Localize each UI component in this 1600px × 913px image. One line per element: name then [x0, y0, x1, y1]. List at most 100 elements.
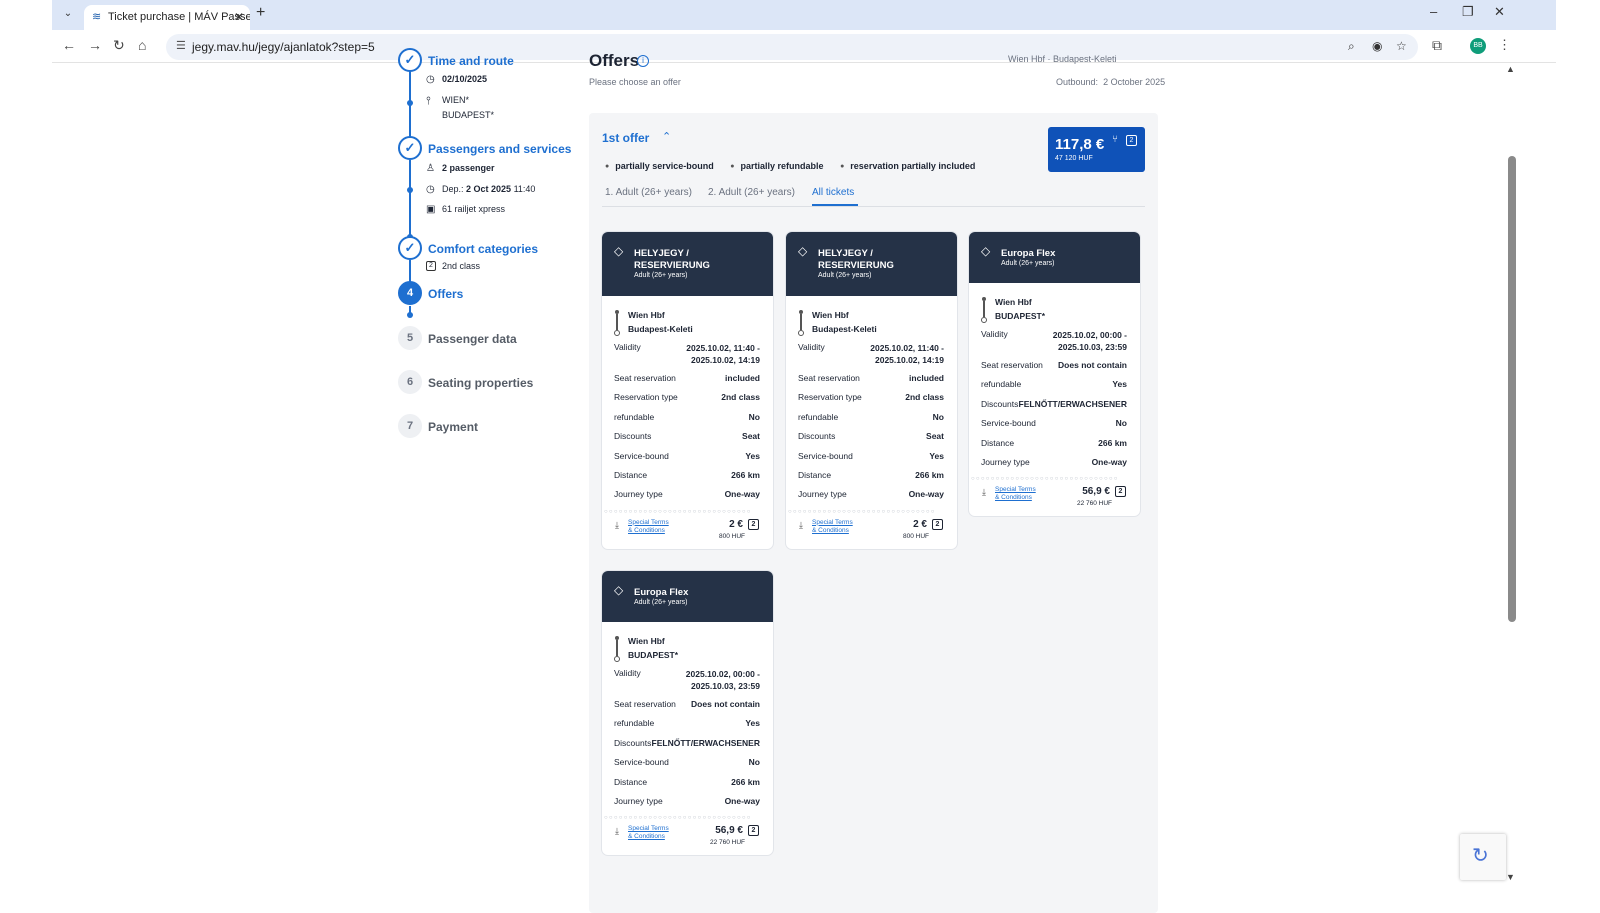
train-icon: ▣ — [426, 204, 436, 215]
step-5-number: 5 — [398, 326, 422, 350]
close-window-icon[interactable]: ✕ — [1494, 4, 1505, 20]
ticket-to: Budapest-Keleti — [812, 324, 877, 334]
download-icon[interactable]: ⤓ — [982, 487, 986, 498]
download-icon[interactable]: ⤓ — [615, 520, 619, 531]
detail-key: Discounts — [798, 431, 836, 442]
home-icon[interactable]: ⌂ — [138, 37, 146, 53]
address-bar[interactable]: ☰ jegy.mav.hu/jegy/ajanlatok?step=5 ⌕ ◉ … — [166, 34, 1418, 60]
restore-icon[interactable]: ❐ — [1462, 4, 1474, 20]
offer-total-huf: 47 120 HUF — [1055, 155, 1093, 162]
extensions-icon[interactable]: ⧉ — [1432, 37, 1442, 54]
step-2-title[interactable]: Passengers and services — [428, 142, 571, 156]
minimize-icon[interactable]: – — [1430, 4, 1437, 19]
special-terms-link[interactable]: Special Terms & Conditions — [812, 519, 853, 535]
step-1-title[interactable]: Time and route — [428, 54, 514, 68]
route-summary: Wien Hbf · Budapest-Keleti — [1008, 54, 1117, 64]
clock-icon: ◷ — [426, 184, 435, 195]
tab-adult-2[interactable]: 2. Adult (26+ years) — [708, 187, 795, 198]
step-7-number: 7 — [398, 414, 422, 438]
ticket-class-badge: 2 — [1115, 486, 1126, 498]
ticket-title: HELYJEGY / RESERVIERUNG — [634, 248, 710, 271]
step-4-title[interactable]: Offers — [428, 287, 463, 301]
route-pin-icon — [614, 636, 620, 664]
step-3-title[interactable]: Comfort categories — [428, 242, 538, 256]
forward-icon[interactable]: → — [88, 37, 102, 53]
ticket-huf: 800 HUF — [902, 532, 929, 540]
new-tab-icon[interactable]: + — [256, 4, 265, 22]
special-terms-link[interactable]: Special Terms & Conditions — [628, 825, 669, 841]
detail-key: refundable — [798, 411, 839, 422]
validity-value: 2025.10.02, 11:40 - 2025.10.02, 14:19 — [686, 342, 760, 366]
mav-favicon-icon: ≋ — [92, 11, 102, 23]
scrollbar-thumb[interactable] — [1508, 156, 1516, 622]
site-info-icon[interactable]: ☰ — [176, 39, 186, 52]
step-6-number: 6 — [398, 370, 422, 394]
perforation: ○○○○○○○○○○○○○○○○○○○○○○○○○○○○○○ — [604, 508, 752, 515]
special-terms-link[interactable]: Special Terms & Conditions — [995, 486, 1036, 502]
browser-menu-icon[interactable]: ⋮ — [1498, 37, 1511, 53]
tab-all-tickets[interactable]: All tickets — [812, 187, 858, 206]
detail-value: Seat — [742, 431, 760, 442]
ticket-card[interactable]: ◇ HELYJEGY / RESERVIERUNG Adult (26+ yea… — [786, 232, 957, 549]
ticket-price-value: 2 € — [729, 518, 743, 530]
validity-label: Validity — [614, 668, 641, 678]
validity-row: Validity 2025.10.02, 00:00 - 2025.10.03, … — [614, 668, 760, 692]
offer-total-price: 117,8 € — [1055, 136, 1105, 153]
ticket-card[interactable]: ◇ Europa Flex Adult (26+ years) Wien Hbf… — [602, 571, 773, 856]
route-date: ◷ 02/10/2025 — [426, 74, 487, 85]
stepper-dot — [407, 187, 413, 193]
passengers-info: ♙ 2 passenger — [426, 163, 495, 174]
back-icon[interactable]: ← — [62, 37, 76, 53]
eye-off-icon[interactable]: ◉ — [1372, 39, 1382, 53]
recaptcha-badge[interactable]: ↻ — [1460, 834, 1506, 880]
ticket-to: BUDAPEST* — [995, 311, 1046, 321]
step-5-title: Passenger data — [428, 332, 517, 346]
ticket-detail-row: refundable Yes — [981, 379, 1127, 391]
terms-line-2: & Conditions — [812, 526, 849, 534]
browser-tab[interactable]: ≋ Ticket purchase | MÁV Passen ✕ — [84, 5, 250, 30]
offer-price-box[interactable]: 117,8 € 47 120 HUF ⑂ 2 — [1048, 127, 1145, 172]
ticket-price-value: 56,9 € — [715, 825, 743, 837]
bookmark-star-icon[interactable]: ☆ — [1396, 39, 1407, 53]
terms-line-1: Special Terms — [995, 486, 1036, 494]
detail-value: Does not contain — [1058, 360, 1127, 370]
detail-value: One-way — [724, 796, 760, 806]
download-icon[interactable]: ⤓ — [615, 826, 619, 837]
tab-adult-1[interactable]: 1. Adult (26+ years) — [605, 187, 692, 198]
ticket-detail-row: Discounts Seat — [614, 431, 760, 443]
ticket-detail-row: Journey type One-way — [614, 796, 760, 808]
step-7-title: Payment — [428, 420, 479, 434]
perforation: ○○○○○○○○○○○○○○○○○○○○○○○○○○○○○○ — [788, 508, 936, 515]
download-icon[interactable]: ⤓ — [799, 520, 803, 531]
detail-value: 2nd class — [721, 392, 760, 403]
chevron-up-icon[interactable]: ⌃ — [662, 130, 671, 143]
scroll-down-arrow[interactable]: ▼ — [1506, 872, 1515, 882]
ticket-card[interactable]: ◇ Europa Flex Adult (26+ years) Wien Hbf… — [969, 232, 1140, 517]
detail-value: One-way — [908, 489, 944, 500]
reload-icon[interactable]: ↻ — [113, 37, 125, 54]
profile-avatar[interactable]: BB — [1470, 38, 1486, 54]
close-tab-icon[interactable]: ✕ — [234, 5, 244, 30]
ticket-subtitle: Adult (26+ years) — [818, 272, 872, 279]
offer-title[interactable]: 1st offer — [602, 131, 649, 145]
detail-value: Yes — [745, 450, 760, 461]
special-terms-link[interactable]: Special Terms & Conditions — [628, 519, 669, 535]
validity-end: 2025.10.03, 23:59 — [1057, 342, 1127, 352]
ticket-card[interactable]: ◇ HELYJEGY / RESERVIERUNG Adult (26+ yea… — [602, 232, 773, 549]
dep-label: Dep.: — [442, 184, 464, 194]
detail-key: Reservation type — [614, 392, 678, 403]
ticket-detail-row: Service-bound Yes — [798, 451, 944, 463]
validity-value: 2025.10.02, 00:00 - 2025.10.03, 23:59 — [1053, 329, 1127, 353]
info-icon[interactable]: i — [637, 55, 649, 67]
zoom-icon[interactable]: ⌕ — [1348, 39, 1355, 54]
detail-value: No — [748, 411, 760, 422]
ticket-to: BUDAPEST* — [628, 650, 679, 660]
detail-key: Seat reservation — [614, 699, 676, 709]
tab-search-icon[interactable]: ⌄ — [60, 6, 76, 22]
ticket-detail-row: Distance 266 km — [981, 438, 1127, 450]
seat-icon: ⑂ — [1112, 134, 1118, 145]
detail-key: Distance — [614, 470, 648, 480]
detail-value: No — [748, 757, 760, 768]
scroll-up-arrow[interactable]: ▲ — [1506, 64, 1515, 74]
ticket-detail-row: Distance 266 km — [614, 777, 760, 789]
